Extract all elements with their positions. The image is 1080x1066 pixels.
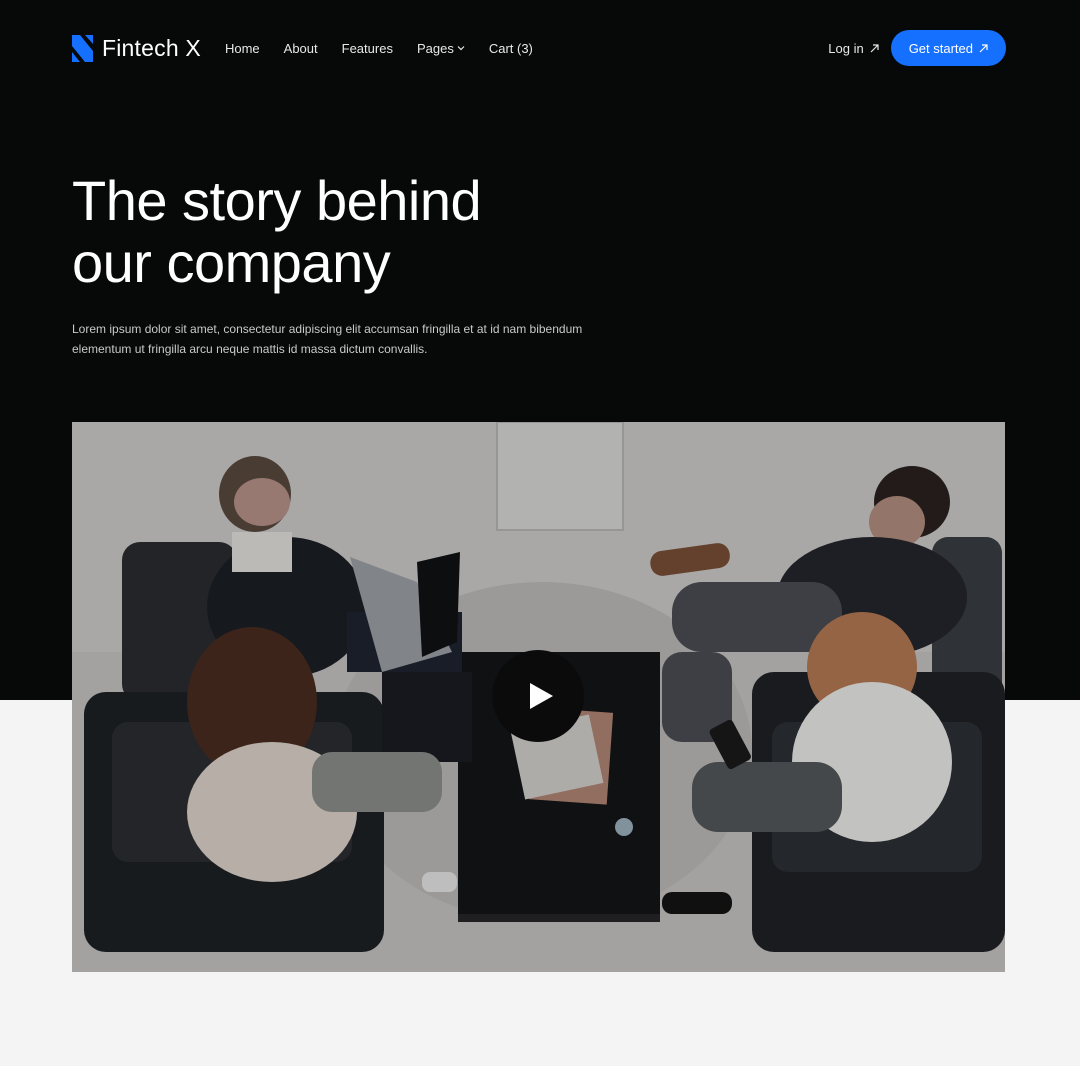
hero-subtitle: Lorem ipsum dolor sit amet, consectetur …	[72, 322, 583, 356]
get-started-label: Get started	[908, 40, 973, 56]
video-thumbnail[interactable]	[72, 422, 1005, 972]
nav-item-label: Features	[341, 40, 393, 56]
play-button[interactable]	[492, 650, 584, 742]
nav-links: Home About Features Pages Cart (3)	[225, 41, 557, 56]
page-title: The story behind our company	[72, 170, 592, 294]
top-navigation: Fintech X Home About Features Pages Cart…	[72, 30, 1006, 66]
brand[interactable]: Fintech X	[72, 34, 201, 62]
nav-actions: Log in Get started	[828, 30, 1006, 66]
login-link[interactable]: Log in	[828, 40, 879, 56]
nav-item-pages[interactable]: Pages	[417, 41, 465, 56]
brand-name: Fintech X	[102, 34, 201, 61]
nav-item-label: About	[283, 40, 318, 56]
nav-item-cart[interactable]: Cart (3)	[489, 41, 533, 56]
nav-item-label: Home	[224, 40, 260, 56]
chevron-down-icon	[457, 46, 465, 51]
page-title-line-1: The story behind	[72, 169, 482, 232]
nav-item-home[interactable]: Home	[225, 41, 260, 56]
nav-item-features[interactable]: Features	[342, 41, 393, 56]
nav-item-label: Cart (3)	[488, 40, 533, 56]
nav-item-label: Pages	[416, 40, 454, 56]
page-title-line-2: our company	[72, 231, 391, 294]
play-icon	[529, 683, 553, 709]
login-label: Log in	[828, 40, 864, 56]
get-started-button[interactable]: Get started	[890, 30, 1006, 66]
arrow-up-right-icon	[979, 43, 988, 52]
nav-item-about[interactable]: About	[284, 41, 318, 56]
arrow-up-right-icon	[870, 43, 879, 52]
brand-logo-icon	[72, 34, 93, 62]
